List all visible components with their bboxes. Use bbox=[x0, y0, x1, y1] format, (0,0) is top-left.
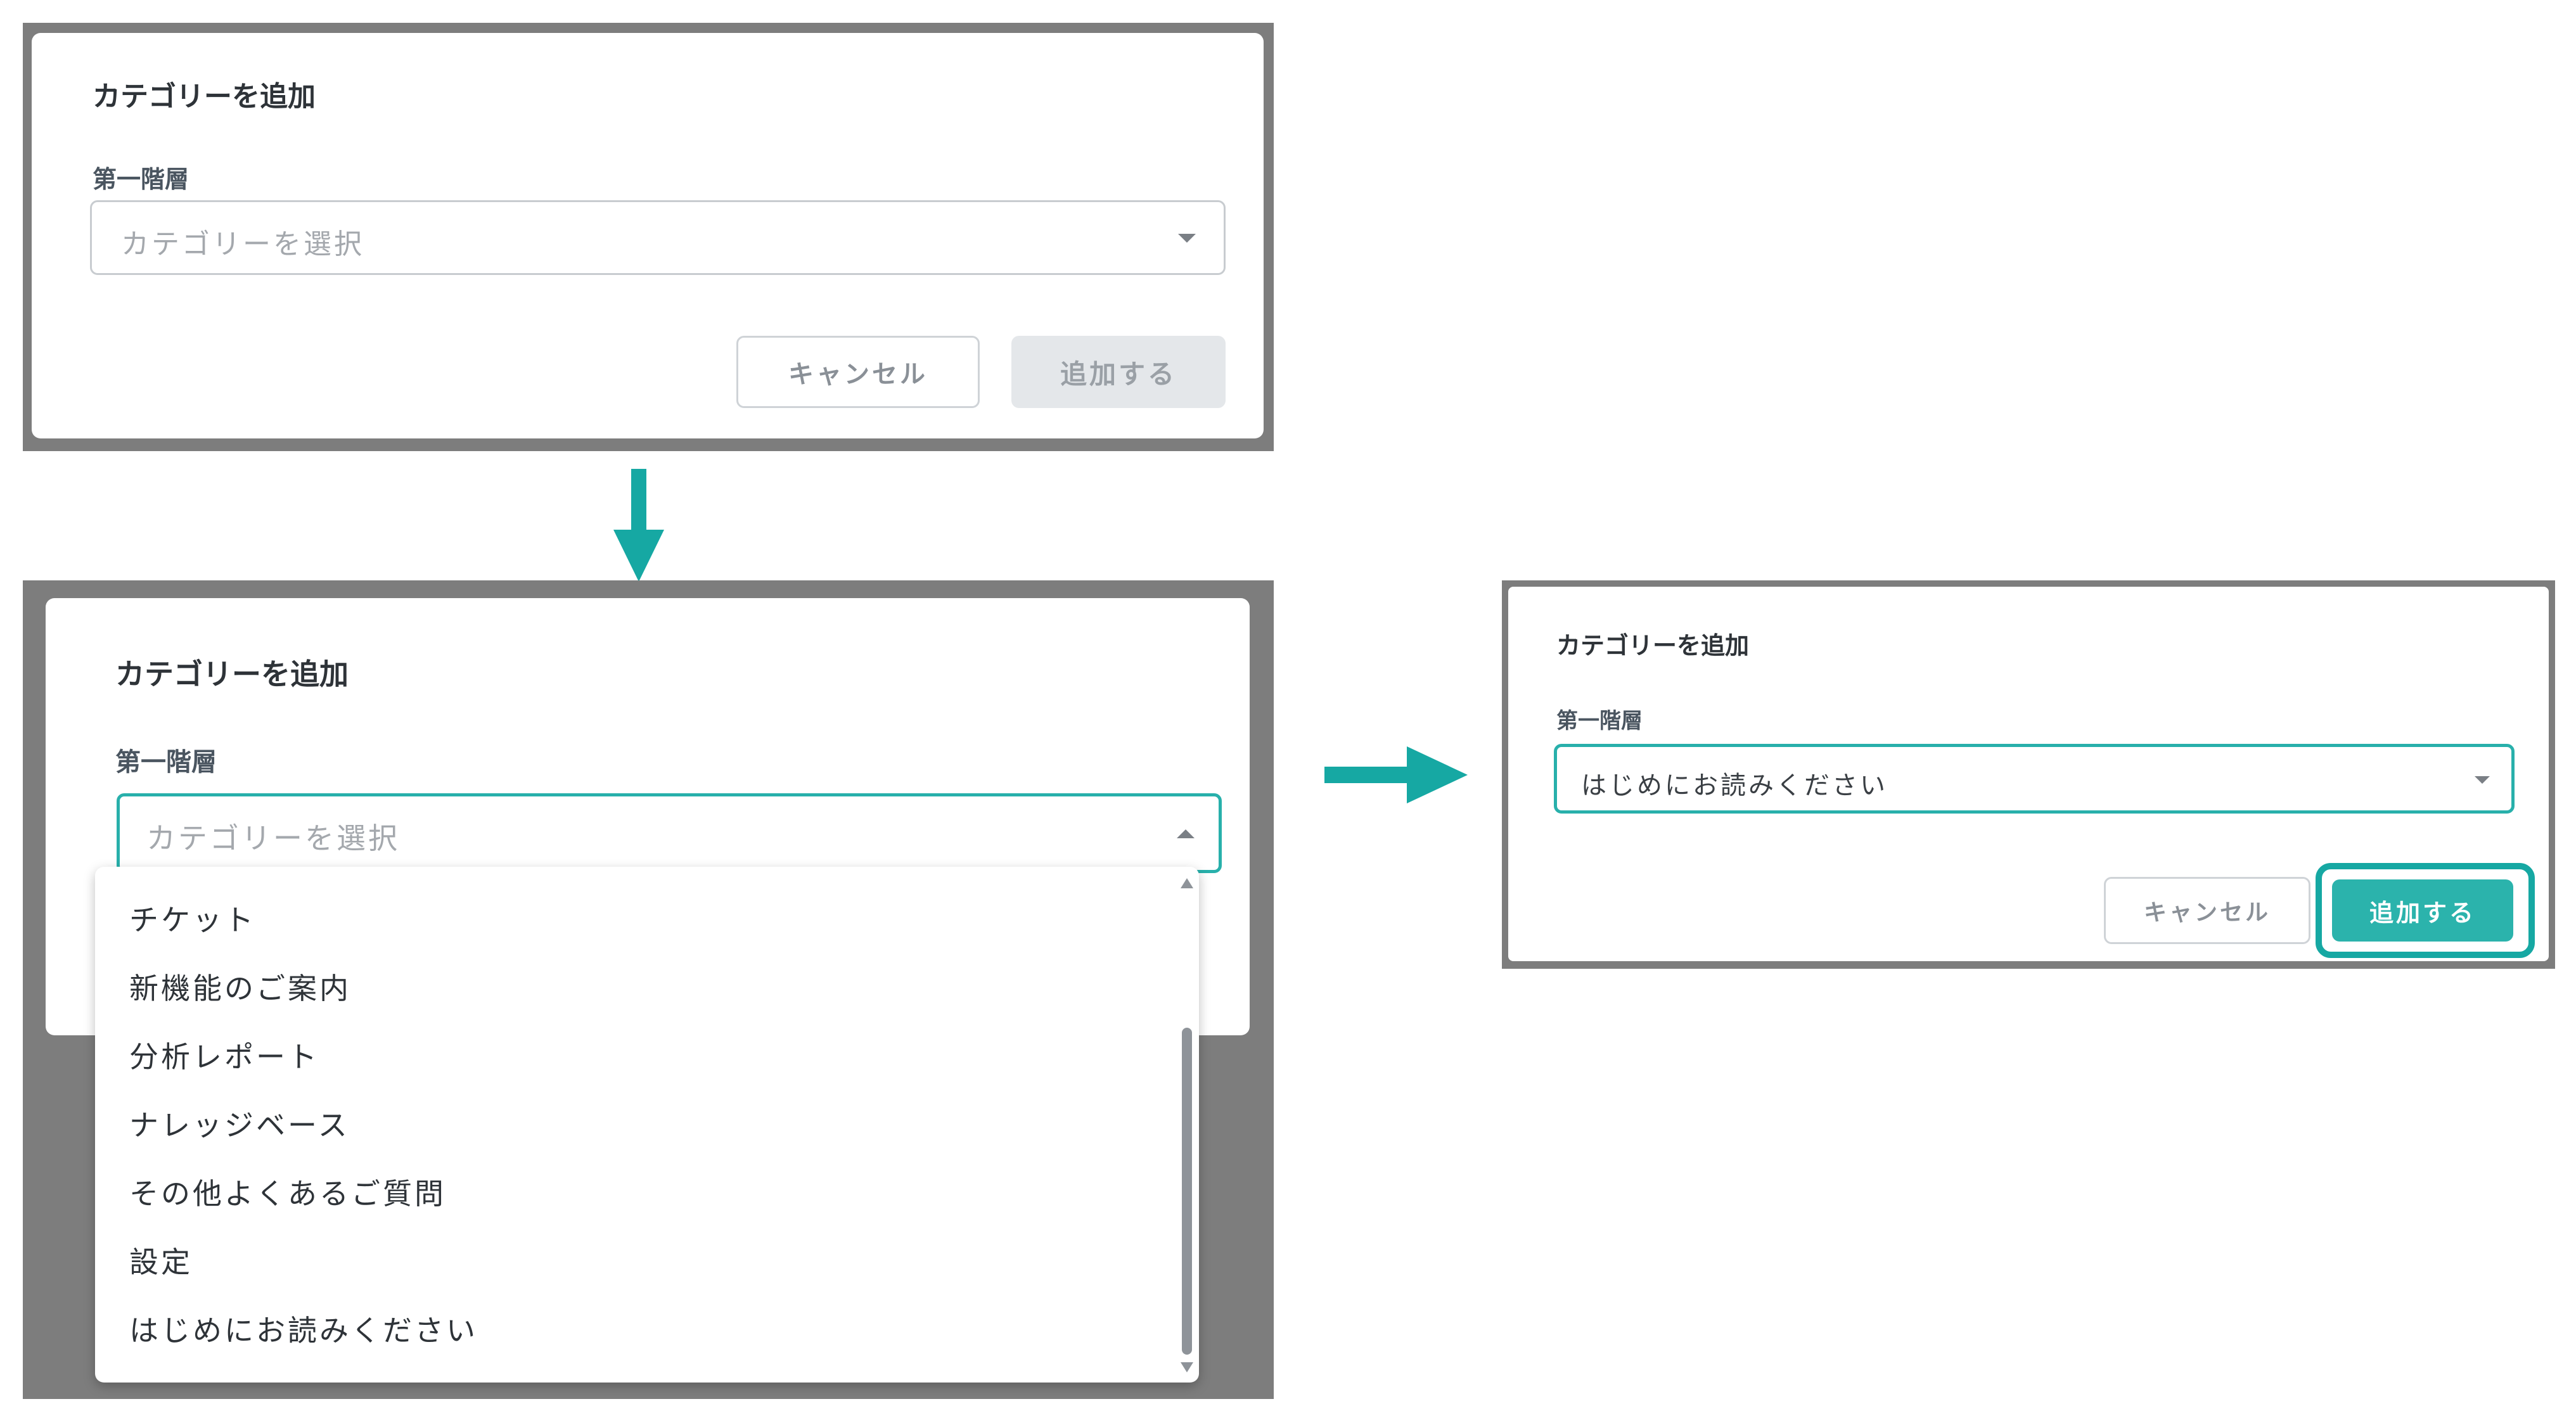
scroll-thumb[interactable] bbox=[1182, 1028, 1192, 1355]
field-label: 第一階層 bbox=[93, 165, 189, 193]
category-select[interactable]: はじめにお読みください bbox=[1554, 744, 2515, 814]
add-category-dialog: カテゴリーを追加 第一階層 カテゴリーを選択 キャンセル 追加する bbox=[32, 33, 1264, 438]
cancel-button[interactable]: キャンセル bbox=[2104, 877, 2310, 944]
dropdown-scrollbar[interactable] bbox=[1179, 878, 1195, 1372]
dropdown-option-new-features[interactable]: 新機能のご案内 bbox=[129, 966, 351, 1007]
field-label: 第一階層 bbox=[115, 748, 217, 777]
dialog-title: カテゴリーを追加 bbox=[1556, 632, 1750, 660]
dialog-title: カテゴリーを追加 bbox=[93, 80, 316, 113]
select-placeholder: カテゴリーを選択 bbox=[121, 228, 364, 260]
dropdown-option-ticket[interactable]: チケット bbox=[129, 897, 256, 939]
dropdown-option-knowledge-base[interactable]: ナレッジベース bbox=[129, 1102, 350, 1144]
dropdown-option-analytics-report[interactable]: 分析レポート bbox=[129, 1034, 319, 1076]
arrow-right-icon bbox=[1324, 746, 1468, 803]
chevron-down-icon bbox=[2475, 776, 2490, 784]
add-category-dialog: カテゴリーを追加 第一階層 はじめにお読みください キャンセル 追加する bbox=[1508, 587, 2549, 961]
step-2-screenshot: カテゴリーを追加 第一階層 カテゴリーを選択 チケット 新機能のご案内 分析レポ… bbox=[23, 580, 1274, 1399]
chevron-down-icon bbox=[1178, 234, 1196, 243]
dialog-title: カテゴリーを追加 bbox=[115, 657, 349, 691]
step-3-screenshot: カテゴリーを追加 第一階層 はじめにお読みください キャンセル 追加する bbox=[1502, 580, 2555, 969]
dropdown-option-read-first[interactable]: はじめにお読みください bbox=[129, 1308, 478, 1350]
scroll-down-icon[interactable] bbox=[1181, 1362, 1193, 1372]
select-placeholder: カテゴリーを選択 bbox=[146, 821, 400, 855]
step-1-screenshot: カテゴリーを追加 第一階層 カテゴリーを選択 キャンセル 追加する bbox=[23, 23, 1274, 451]
select-value: はじめにお読みください bbox=[1581, 771, 1888, 800]
chevron-up-icon bbox=[1177, 829, 1195, 838]
scroll-up-icon[interactable] bbox=[1181, 878, 1193, 888]
add-button-highlight bbox=[2316, 863, 2535, 958]
dropdown-option-faq[interactable]: その他よくあるご質問 bbox=[129, 1171, 446, 1213]
add-button[interactable]: 追加する bbox=[1011, 336, 1226, 408]
category-dropdown-list: チケット 新機能のご案内 分析レポート ナレッジベース その他よくあるご質問 設… bbox=[95, 867, 1199, 1383]
field-label: 第一階層 bbox=[1556, 708, 1643, 734]
category-select[interactable]: カテゴリーを選択 bbox=[90, 200, 1226, 275]
dropdown-option-settings[interactable]: 設定 bbox=[129, 1239, 193, 1281]
arrow-down-icon bbox=[613, 469, 664, 582]
category-select[interactable]: カテゴリーを選択 bbox=[117, 793, 1222, 873]
cancel-button[interactable]: キャンセル bbox=[736, 336, 980, 408]
